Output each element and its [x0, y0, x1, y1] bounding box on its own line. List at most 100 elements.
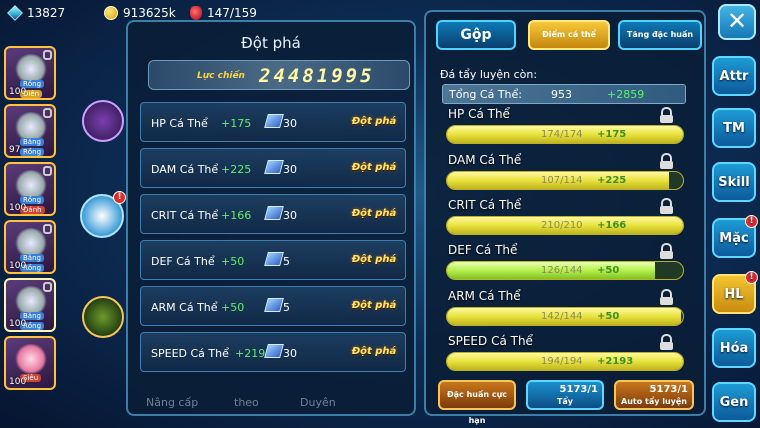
- stat-cost: 30: [283, 163, 297, 176]
- ticket-icon: [264, 206, 284, 220]
- side-menu-hl[interactable]: HL !: [712, 271, 758, 314]
- lock-icon[interactable]: [660, 153, 673, 169]
- stat-value: 107/114: [541, 175, 583, 186]
- stat-name: HP Cá Thể: [448, 107, 510, 121]
- combat-power-value: 24481995: [259, 65, 375, 87]
- stat-row-hp: HP Cá Thể 174/174 +175: [440, 106, 690, 150]
- team-slot-6[interactable]: Siêu 100: [4, 336, 56, 390]
- nav-fate[interactable]: Duyên: [300, 396, 336, 409]
- special-training-button[interactable]: Đặc huấn cực hạn: [438, 380, 516, 425]
- remaining-stones-label: Đá tẩy luyện còn:: [440, 68, 538, 81]
- team-slot-2[interactable]: Băng Rồng 97: [4, 104, 56, 158]
- tab-merge[interactable]: Gộp: [436, 20, 516, 50]
- ticket-icon: [264, 252, 284, 266]
- lock-icon: [43, 108, 52, 118]
- breakthrough-button[interactable]: Đột phá: [351, 112, 397, 132]
- lock-icon[interactable]: [660, 334, 673, 350]
- stat-bonus: +50: [221, 255, 245, 268]
- stat-name: SPEED Cá Thể: [151, 347, 229, 360]
- lock-icon[interactable]: [660, 289, 673, 305]
- alert-badge: !: [745, 271, 758, 284]
- pet-menu-icon[interactable]: [82, 296, 124, 338]
- total-bonus: +2859: [607, 88, 645, 101]
- close-button[interactable]: ✕: [718, 4, 756, 40]
- nav-follow[interactable]: theo: [234, 396, 259, 409]
- stat-bonus: +50: [597, 311, 620, 322]
- pet-type-tag: Băng: [20, 138, 44, 146]
- breakthrough-button[interactable]: Đột phá: [351, 204, 397, 224]
- stat-bonus: +166: [597, 220, 627, 231]
- lock-icon[interactable]: [660, 107, 673, 123]
- side-menu-skill[interactable]: Skill: [712, 162, 756, 202]
- gold-counter: 913625k: [104, 6, 176, 20]
- total-value: 953: [551, 88, 572, 101]
- side-menu-tm[interactable]: TM: [712, 108, 756, 148]
- auto-wash-label: Auto tẩy luyện: [621, 397, 687, 406]
- team-slot-4[interactable]: Băng Rồng 100: [4, 220, 56, 274]
- pet-level: 97: [9, 145, 21, 155]
- lock-icon[interactable]: [660, 243, 673, 259]
- stat-cost: 30: [283, 117, 297, 130]
- tab-individual-points[interactable]: Điểm cá thể: [528, 20, 610, 50]
- gem-icon: [7, 5, 23, 21]
- stat-name: ARM Cá Thể: [151, 301, 218, 314]
- team-slot-1[interactable]: Rồng Điên 100: [4, 46, 56, 100]
- breakthrough-button[interactable]: Đột phá: [351, 296, 397, 316]
- panel-title: Đột phá: [241, 34, 301, 52]
- bag-icon[interactable]: !: [80, 191, 126, 238]
- stat-value: 194/194: [541, 356, 583, 367]
- breakthrough-row: DAM Cá Thể +225 30 Đột phá: [140, 148, 406, 188]
- stat-name: DAM Cá Thể: [151, 163, 219, 176]
- stat-bonus: +175: [597, 129, 627, 140]
- team-slot-5[interactable]: Băng Rồng 100: [4, 278, 56, 332]
- breakthrough-row: CRIT Cá Thể +166 30 Đột phá: [140, 194, 406, 234]
- stat-name: ARM Cá Thể: [448, 289, 521, 303]
- lock-icon: [43, 50, 52, 60]
- alert-badge: !: [113, 191, 126, 204]
- wash-button[interactable]: 5173/1 Tẩy: [526, 380, 604, 410]
- nav-upgrade[interactable]: Nâng cấp: [146, 396, 198, 409]
- side-menu-gen[interactable]: Gen: [712, 382, 756, 422]
- stat-cost: 5: [283, 255, 290, 268]
- combat-power-box: Lực chiến 24481995: [148, 60, 410, 90]
- gems-counter: 13827: [7, 5, 65, 21]
- stat-value: 174/174: [541, 129, 583, 140]
- stat-bonus: +175: [221, 117, 252, 130]
- combat-power-label: Lực chiến: [197, 71, 245, 81]
- stamina-counter: 147/159: [190, 6, 257, 20]
- ticket-icon: [264, 160, 284, 174]
- breakthrough-button[interactable]: Đột phá: [351, 342, 397, 362]
- tab-special-training[interactable]: Tăng đặc huấn: [618, 20, 702, 50]
- stat-name: DEF Cá Thể: [151, 255, 215, 268]
- pet-portrait: [14, 344, 48, 374]
- stat-row-dam: DAM Cá Thể 107/114 +225: [440, 152, 690, 196]
- pet-rank-tag: Rồng: [20, 148, 45, 156]
- side-menu-wear[interactable]: Mặc !: [712, 215, 758, 258]
- breakthrough-button[interactable]: Đột phá: [351, 158, 397, 178]
- stat-bonus: +50: [221, 301, 245, 314]
- stat-bar: 142/144 +50: [446, 307, 684, 326]
- team-slot-3[interactable]: Rồng Đánh 100: [4, 162, 56, 216]
- stat-value: 126/144: [541, 265, 583, 276]
- ticket-icon: [264, 344, 284, 358]
- event-icon[interactable]: [82, 100, 124, 142]
- stat-cost: 30: [283, 347, 297, 360]
- stat-cost: 5: [283, 301, 290, 314]
- lock-icon[interactable]: [660, 198, 673, 214]
- side-menu-attr[interactable]: Attr: [712, 56, 756, 96]
- pet-level: 100: [9, 203, 27, 213]
- stat-bar: 126/144 +50: [446, 261, 684, 280]
- stat-value: 142/144: [541, 311, 583, 322]
- breakthrough-button[interactable]: Đột phá: [351, 250, 397, 270]
- side-menu-hoa[interactable]: Hóa: [712, 328, 756, 368]
- pet-level: 100: [9, 261, 27, 271]
- pet-level: 100: [9, 319, 27, 329]
- stat-bonus: +50: [597, 265, 620, 276]
- pet-level: 100: [9, 377, 27, 387]
- breakthrough-row: SPEED Cá Thể +2193 30 Đột phá: [140, 332, 406, 372]
- wash-count: 5173/1: [559, 384, 598, 395]
- ticket-icon: [264, 114, 284, 128]
- auto-wash-button[interactable]: 5173/1 Auto tẩy luyện: [614, 380, 694, 410]
- gold-coin-icon: [104, 6, 118, 20]
- stat-value: 210/210: [541, 220, 583, 231]
